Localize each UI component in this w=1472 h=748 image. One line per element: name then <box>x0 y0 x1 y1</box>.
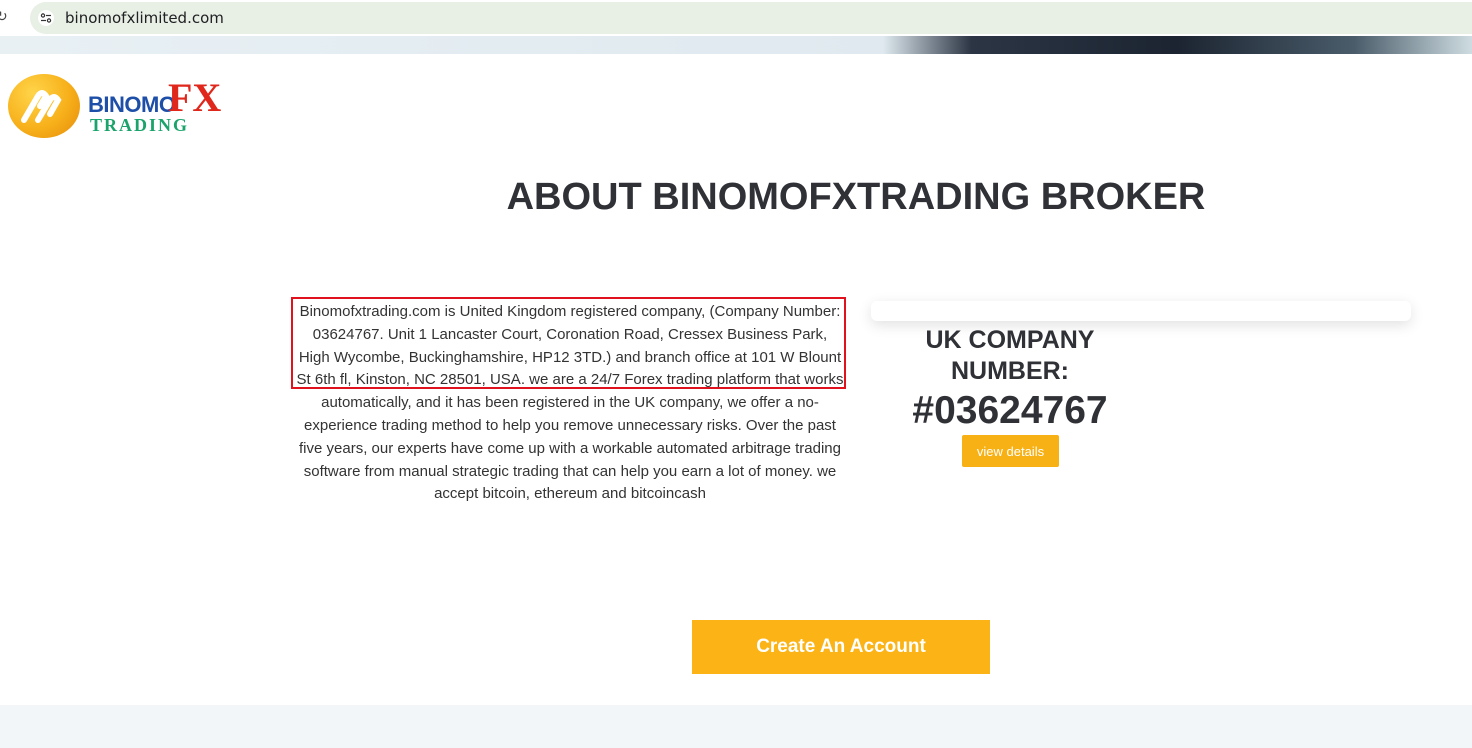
reload-icon[interactable]: ↻ <box>0 9 10 23</box>
url-text[interactable]: binomofxlimited.com <box>65 9 224 27</box>
about-paragraph: Binomofxtrading.com is United Kingdom re… <box>296 303 844 503</box>
view-details-button[interactable]: view details <box>962 435 1059 467</box>
site-info-icon[interactable] <box>38 10 54 26</box>
browser-address-bar: ↻ binomofxlimited.com <box>0 0 1472 36</box>
create-account-button[interactable]: Create An Account <box>692 620 990 674</box>
company-card <box>871 301 1411 321</box>
hero-image-strip <box>0 36 1472 54</box>
logo-emblem <box>8 74 80 138</box>
logo-fx-text: FX <box>168 75 222 120</box>
logo-trading-text: TRADING <box>90 115 190 135</box>
site-logo[interactable]: BINOMO FX TRADING <box>8 74 222 140</box>
url-field[interactable]: binomofxlimited.com <box>30 2 1472 34</box>
footer-section <box>0 705 1472 748</box>
uk-company-heading: UK COMPANY NUMBER: <box>925 326 1095 385</box>
page-title: ABOUT BINOMOFXTRADING BROKER <box>506 176 1206 218</box>
company-number: #03624767 <box>912 389 1108 432</box>
